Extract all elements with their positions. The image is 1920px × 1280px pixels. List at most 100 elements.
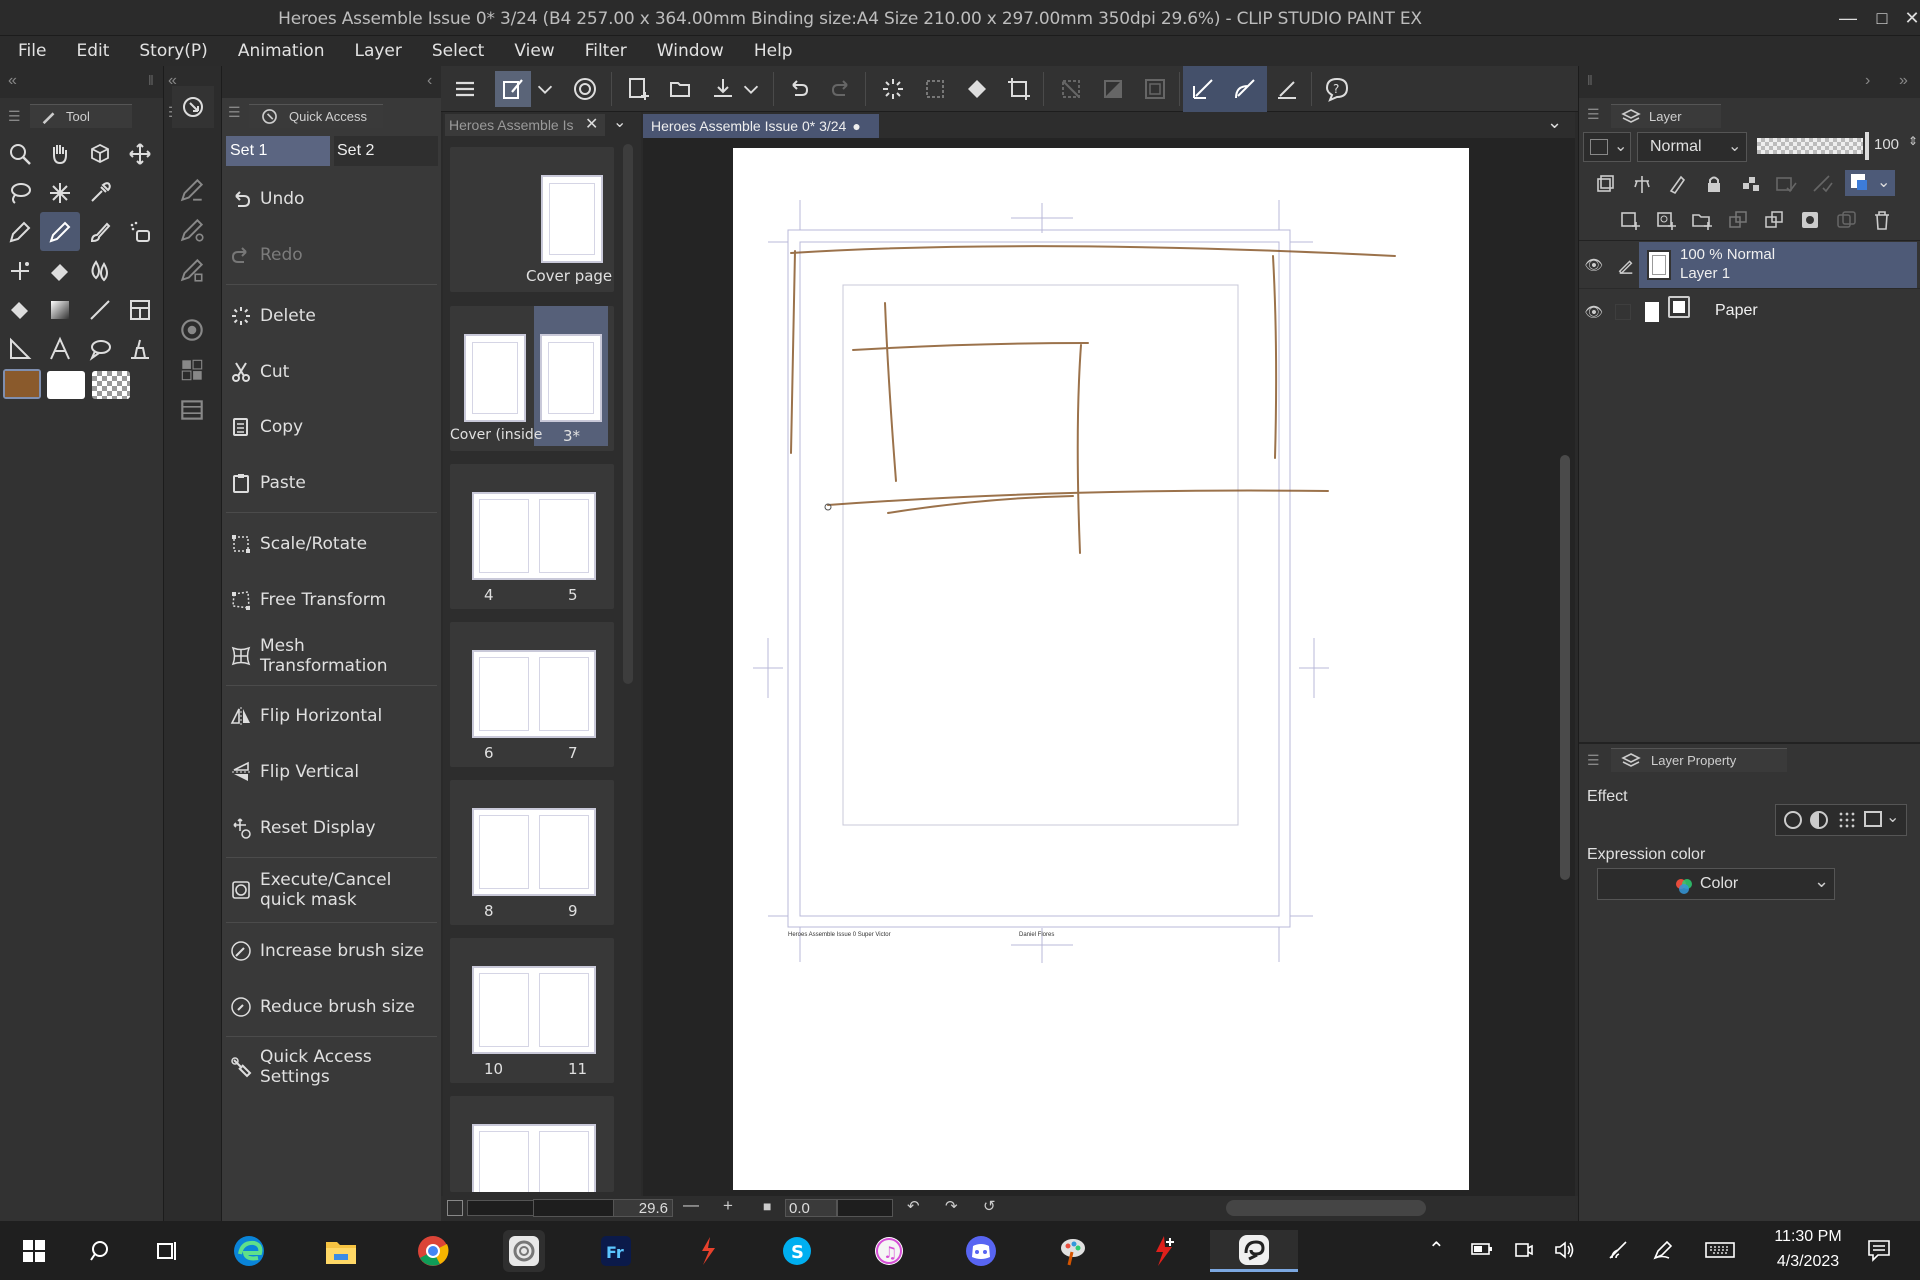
pencil-subtool-icon[interactable] (178, 176, 206, 209)
object-tool-icon[interactable] (80, 134, 120, 173)
fill-tool-icon[interactable] (0, 290, 40, 329)
transparent-color-swatch[interactable] (92, 371, 130, 399)
ruler-tool-icon[interactable] (0, 329, 40, 368)
page-zoom-slider[interactable] (467, 1200, 539, 1216)
clip-layer-icon[interactable] (1594, 173, 1616, 200)
panel-menu-icon[interactable]: ☰ (1587, 752, 1600, 769)
eye-icon[interactable]: 👁 (1579, 290, 1609, 334)
menu-file[interactable]: File (18, 41, 46, 61)
snap-to-ruler-icon[interactable] (1185, 71, 1221, 107)
opacity-slider-handle[interactable] (1865, 132, 1869, 160)
blend-mode-dropdown[interactable]: Normal ⌄ (1637, 132, 1747, 162)
panel-menu-icon[interactable]: ☰ (8, 108, 21, 125)
layer-color-toggle[interactable]: ⌄ (1845, 170, 1895, 196)
page-scrollbar[interactable] (623, 144, 633, 684)
clip-studio-icon[interactable] (567, 71, 603, 107)
balloon-tool-icon[interactable] (80, 329, 120, 368)
correct-line-icon[interactable] (120, 329, 160, 368)
clear-icon[interactable] (875, 71, 911, 107)
qa-paste[interactable]: Paste (226, 462, 437, 504)
rotate-right-icon[interactable]: ↷ (945, 1197, 958, 1215)
angle-value-field[interactable]: 0.0 (785, 1199, 837, 1217)
tone-icon[interactable] (1838, 811, 1856, 829)
qa-copy[interactable]: Copy (226, 406, 437, 448)
qa-settings[interactable]: Quick Access Settings (226, 1046, 437, 1088)
qa-free-transform[interactable]: Free Transform (226, 579, 437, 621)
canvas-page[interactable]: Heroes Assemble Issue 0 Super Victor Dan… (733, 148, 1469, 1190)
tab-quick-access[interactable]: Quick Access (249, 104, 383, 128)
border-effect-icon[interactable] (1784, 811, 1802, 829)
mask-enable-icon[interactable] (1775, 173, 1797, 200)
edit-target-box[interactable] (1615, 304, 1631, 320)
new-raster-layer-icon[interactable] (1619, 209, 1641, 236)
quick-access-toggle[interactable] (172, 86, 214, 128)
hand-tool-icon[interactable] (40, 134, 80, 173)
dropdown-arrow-icon[interactable] (739, 71, 763, 107)
menu-hamburger-icon[interactable] (447, 71, 483, 107)
stop-icon[interactable]: ■ (763, 1198, 771, 1214)
keyboard-icon[interactable] (1704, 1239, 1736, 1266)
close-button[interactable]: ✕ (1898, 4, 1920, 32)
skype-icon[interactable]: S (776, 1230, 818, 1272)
clear-outside-selection-icon[interactable] (917, 71, 953, 107)
wifi-icon[interactable] (1607, 1239, 1629, 1266)
new-file-icon[interactable] (621, 71, 657, 107)
qa-reset-display[interactable]: Reset Display (226, 807, 437, 849)
expression-color-dropdown[interactable]: Color ⌄ (1597, 868, 1835, 900)
windows-start-icon[interactable] (13, 1230, 55, 1272)
qa-quick-mask[interactable]: Execute/Cancel quick mask (226, 864, 437, 916)
chevron-up-icon[interactable]: ⌃ (1428, 1237, 1445, 1262)
page-card-cover[interactable]: Cover page (450, 147, 614, 292)
menu-filter[interactable]: Filter (585, 41, 627, 61)
material-icon[interactable] (178, 356, 206, 389)
zoom-out-icon[interactable]: — (683, 1197, 699, 1215)
rotate-left-icon[interactable]: ↶ (907, 1197, 920, 1215)
pen-tool-icon[interactable] (0, 212, 40, 251)
open-folder-icon[interactable] (663, 71, 699, 107)
discord-icon[interactable] (960, 1230, 1002, 1272)
qa-cut[interactable]: Cut (226, 351, 437, 393)
grip-icon[interactable]: ‖ (1587, 72, 1593, 88)
tab-layer-property[interactable]: Layer Property (1611, 748, 1787, 772)
eye-icon[interactable]: 👁 (1579, 242, 1609, 288)
collapse-icon[interactable]: « (8, 72, 17, 90)
new-vector-layer-icon[interactable] (1655, 209, 1677, 236)
panel-menu-icon[interactable]: ☰ (1587, 106, 1600, 123)
zoom-tool-icon[interactable] (0, 134, 40, 173)
set-2-tab[interactable]: Set 2 (334, 136, 438, 166)
menu-edit[interactable]: Edit (76, 41, 109, 61)
menu-select[interactable]: Select (432, 41, 484, 61)
qa-mesh-transformation[interactable]: Mesh Transformation (226, 635, 437, 677)
chevron-down-icon[interactable]: ⌄ (1547, 112, 1562, 133)
save-icon[interactable] (705, 71, 741, 107)
pencil-subtool-2-icon[interactable] (178, 216, 206, 249)
menu-animation[interactable]: Animation (238, 41, 325, 61)
brush-tool-icon[interactable] (80, 212, 120, 251)
dropdown-arrow-icon[interactable] (533, 71, 557, 107)
figure-tool-icon[interactable] (80, 290, 120, 329)
layer-row[interactable]: 👁 100 % Normal Layer 1 (1579, 242, 1920, 288)
swift-icon[interactable] (686, 1230, 728, 1272)
battery-icon[interactable] (1470, 1239, 1494, 1264)
trash-icon[interactable] (1871, 209, 1893, 236)
qa-increase-brush[interactable]: Increase brush size (226, 930, 437, 972)
layer-color-effect-icon[interactable] (1864, 811, 1882, 827)
reference-layer-icon[interactable] (1631, 173, 1653, 200)
meet-now-icon[interactable] (1512, 1239, 1534, 1266)
edit-page-icon[interactable] (495, 71, 531, 107)
pencil-tool-icon[interactable] (40, 212, 80, 251)
maximize-button[interactable]: □ (1868, 4, 1896, 32)
page-card-spread-4[interactable]: 8 9 (450, 780, 614, 925)
snap-to-grid-icon[interactable] (1269, 71, 1305, 107)
menu-view[interactable]: View (514, 41, 554, 61)
page-card-spread-6[interactable] (450, 1096, 614, 1192)
lasso-tool-icon[interactable] (0, 173, 40, 212)
file-explorer-icon[interactable] (320, 1230, 362, 1272)
zoom-value-field[interactable]: 29.6 (613, 1199, 673, 1217)
layer-color-dropdown[interactable]: ⌄ (1583, 132, 1631, 162)
gradient-tool-icon[interactable] (40, 290, 80, 329)
tab-layer[interactable]: Layer (1611, 104, 1721, 128)
selection-border-icon[interactable] (1137, 71, 1173, 107)
clock-date[interactable]: 4/3/2023 (1758, 1253, 1858, 1271)
clip-studio-paint-icon[interactable] (1210, 1230, 1298, 1272)
